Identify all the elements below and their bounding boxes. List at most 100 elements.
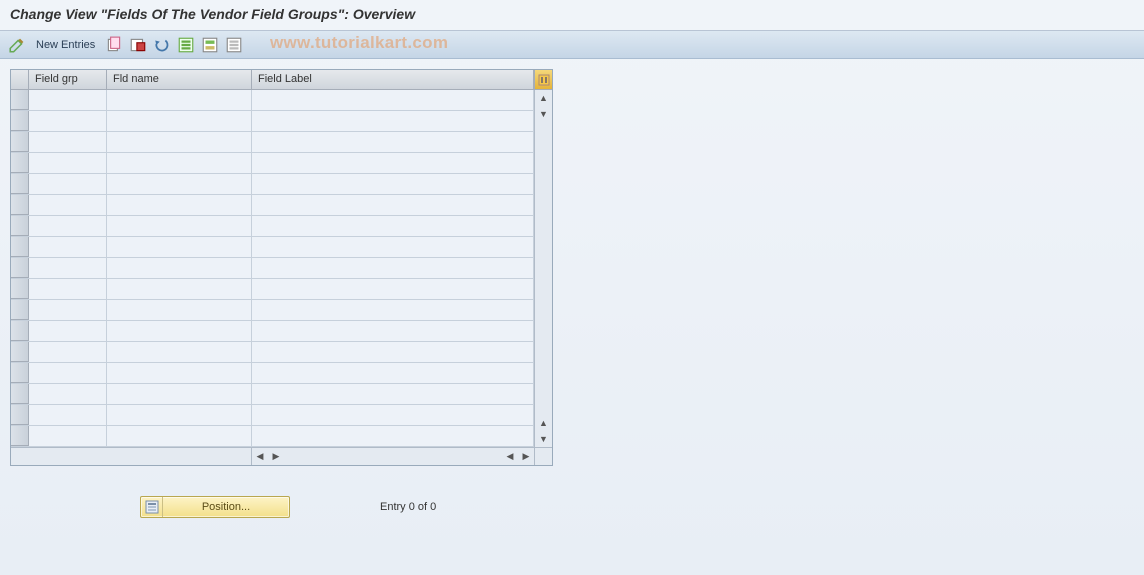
table-row[interactable] <box>11 342 534 363</box>
cell-field-grp[interactable] <box>29 111 107 131</box>
cell-fld-name[interactable] <box>107 153 252 173</box>
scroll-right-icon[interactable]: ▶ <box>268 449 284 465</box>
table-row[interactable] <box>11 216 534 237</box>
copy-icon[interactable] <box>105 36 123 54</box>
row-selector[interactable] <box>11 426 29 446</box>
table-row[interactable] <box>11 90 534 111</box>
table-row[interactable] <box>11 153 534 174</box>
cell-field-grp[interactable] <box>29 237 107 257</box>
table-row[interactable] <box>11 384 534 405</box>
table-settings-icon[interactable] <box>534 70 552 89</box>
hscroll-track[interactable] <box>284 448 502 465</box>
cell-field-grp[interactable] <box>29 195 107 215</box>
cell-field-grp[interactable] <box>29 258 107 278</box>
cell-field-grp[interactable] <box>29 153 107 173</box>
select-block-icon[interactable] <box>201 36 219 54</box>
cell-field-label[interactable] <box>252 195 534 215</box>
cell-field-label[interactable] <box>252 363 534 383</box>
cell-field-label[interactable] <box>252 153 534 173</box>
table-row[interactable] <box>11 405 534 426</box>
cell-field-grp[interactable] <box>29 132 107 152</box>
row-selector[interactable] <box>11 363 29 383</box>
cell-fld-name[interactable] <box>107 405 252 425</box>
cell-field-grp[interactable] <box>29 405 107 425</box>
row-selector[interactable] <box>11 216 29 236</box>
cell-fld-name[interactable] <box>107 237 252 257</box>
cell-field-label[interactable] <box>252 405 534 425</box>
cell-field-label[interactable] <box>252 237 534 257</box>
cell-field-label[interactable] <box>252 90 534 110</box>
cell-field-label[interactable] <box>252 132 534 152</box>
cell-field-grp[interactable] <box>29 363 107 383</box>
cell-fld-name[interactable] <box>107 279 252 299</box>
cell-field-grp[interactable] <box>29 279 107 299</box>
cell-field-label[interactable] <box>252 384 534 404</box>
select-all-icon[interactable] <box>177 36 195 54</box>
scroll-left-icon[interactable]: ◀ <box>252 449 268 465</box>
cell-field-grp[interactable] <box>29 90 107 110</box>
scroll-down2-icon[interactable]: ▼ <box>535 431 552 447</box>
row-selector[interactable] <box>11 153 29 173</box>
cell-field-label[interactable] <box>252 321 534 341</box>
cell-field-label[interactable] <box>252 426 534 446</box>
row-selector[interactable] <box>11 342 29 362</box>
table-row[interactable] <box>11 258 534 279</box>
cell-field-label[interactable] <box>252 174 534 194</box>
row-selector[interactable] <box>11 237 29 257</box>
scroll-up-icon[interactable]: ▲ <box>535 90 552 106</box>
table-row[interactable] <box>11 174 534 195</box>
cell-fld-name[interactable] <box>107 300 252 320</box>
row-selector[interactable] <box>11 300 29 320</box>
row-selector[interactable] <box>11 258 29 278</box>
table-row[interactable] <box>11 300 534 321</box>
row-selector[interactable] <box>11 132 29 152</box>
vertical-scrollbar[interactable]: ▲ ▼ ▲ ▼ <box>534 90 552 447</box>
column-header-field-grp[interactable]: Field grp <box>29 70 107 89</box>
select-all-column[interactable] <box>11 70 29 89</box>
cell-fld-name[interactable] <box>107 363 252 383</box>
table-row[interactable] <box>11 111 534 132</box>
cell-field-grp[interactable] <box>29 300 107 320</box>
cell-field-grp[interactable] <box>29 384 107 404</box>
table-row[interactable] <box>11 195 534 216</box>
table-row[interactable] <box>11 237 534 258</box>
cell-field-label[interactable] <box>252 216 534 236</box>
new-entries-button[interactable]: New Entries <box>32 39 99 51</box>
cell-fld-name[interactable] <box>107 132 252 152</box>
cell-fld-name[interactable] <box>107 321 252 341</box>
horizontal-scrollbar[interactable]: ◀ ▶ ◀ ▶ <box>11 447 552 465</box>
cell-field-grp[interactable] <box>29 174 107 194</box>
cell-fld-name[interactable] <box>107 111 252 131</box>
cell-fld-name[interactable] <box>107 90 252 110</box>
scroll-right2-icon[interactable]: ▶ <box>518 449 534 465</box>
scroll-down-icon[interactable]: ▼ <box>535 106 552 122</box>
cell-fld-name[interactable] <box>107 174 252 194</box>
cell-field-grp[interactable] <box>29 426 107 446</box>
cell-field-label[interactable] <box>252 258 534 278</box>
row-selector[interactable] <box>11 405 29 425</box>
scroll-left2-icon[interactable]: ◀ <box>502 449 518 465</box>
cell-field-label[interactable] <box>252 279 534 299</box>
table-row[interactable] <box>11 363 534 384</box>
cell-fld-name[interactable] <box>107 258 252 278</box>
change-icon[interactable] <box>8 36 26 54</box>
cell-fld-name[interactable] <box>107 216 252 236</box>
table-row[interactable] <box>11 321 534 342</box>
table-row[interactable] <box>11 279 534 300</box>
undo-icon[interactable] <box>153 36 171 54</box>
table-row[interactable] <box>11 132 534 153</box>
cell-field-grp[interactable] <box>29 342 107 362</box>
cell-field-label[interactable] <box>252 342 534 362</box>
cell-field-label[interactable] <box>252 300 534 320</box>
table-row[interactable] <box>11 426 534 447</box>
row-selector[interactable] <box>11 384 29 404</box>
delete-icon[interactable] <box>129 36 147 54</box>
cell-field-label[interactable] <box>252 111 534 131</box>
deselect-all-icon[interactable] <box>225 36 243 54</box>
row-selector[interactable] <box>11 195 29 215</box>
cell-fld-name[interactable] <box>107 342 252 362</box>
scroll-up2-icon[interactable]: ▲ <box>535 415 552 431</box>
row-selector[interactable] <box>11 90 29 110</box>
cell-fld-name[interactable] <box>107 426 252 446</box>
column-header-fld-name[interactable]: Fld name <box>107 70 252 89</box>
